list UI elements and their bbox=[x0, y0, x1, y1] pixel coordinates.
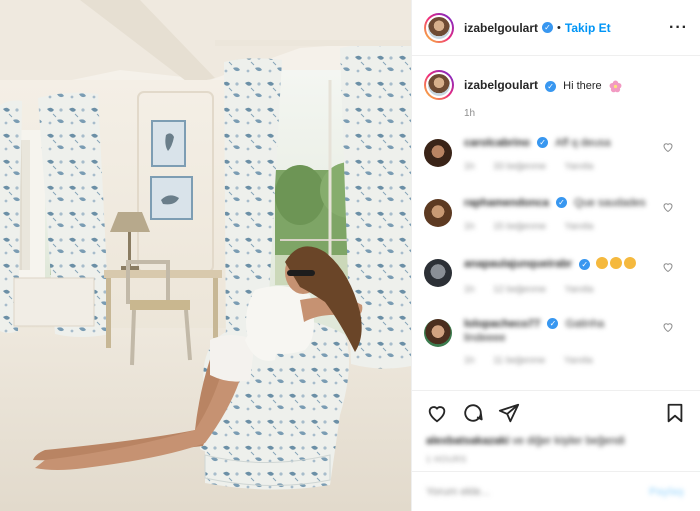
comment-username[interactable]: carolcabrino bbox=[464, 137, 530, 149]
caption-username[interactable]: izabelgoulart bbox=[464, 78, 538, 92]
comment-avatar[interactable] bbox=[424, 198, 452, 227]
post-photo[interactable] bbox=[0, 0, 411, 511]
comment-meta: 1h 33 beğenme Yanıtla bbox=[464, 161, 674, 172]
comment-likes[interactable]: 11 beğenme bbox=[493, 355, 545, 366]
verified-badge-icon: ✓ bbox=[542, 22, 554, 33]
post-side-panel: izabelgoulart ✓ • Takip Et ··· izabelgou… bbox=[411, 0, 700, 511]
blossom-emoji-icon bbox=[609, 80, 622, 92]
follow-button[interactable]: Takip Et bbox=[565, 21, 611, 35]
comment-likes[interactable]: 33 beğenme bbox=[493, 161, 546, 172]
comment-avatar[interactable] bbox=[424, 318, 452, 347]
comment-username[interactable]: raphamendonca bbox=[464, 197, 549, 209]
comment-reply-button[interactable]: Yanıtla bbox=[565, 284, 594, 295]
comment-avatar[interactable] bbox=[424, 258, 452, 287]
author-avatar[interactable] bbox=[424, 12, 454, 43]
comment-meta: 1h 15 beğenme Yanıtla bbox=[464, 221, 674, 232]
comment-meta: 1h 11 beğenme Yanıtla bbox=[464, 355, 674, 366]
comment-likes[interactable]: 12 beğenme bbox=[493, 284, 546, 295]
likes-summary[interactable]: alexbatsakazaki ve diğer kişiler beğendi bbox=[426, 435, 686, 447]
header-separator: • bbox=[557, 21, 561, 34]
instagram-post: izabelgoulart ✓ • Takip Et ··· izabelgou… bbox=[0, 0, 700, 511]
smile-emoji-icon bbox=[596, 256, 609, 269]
verified-badge-icon: ✓ bbox=[537, 137, 549, 149]
likes-rest: ve diğer kişiler beğendi bbox=[512, 435, 625, 447]
comment-item: raphamendonca ✓ Que saudades 1h 15 beğen… bbox=[424, 197, 688, 239]
heart-icon[interactable] bbox=[426, 402, 448, 424]
comment-item: lolopacheco77 ✓ Gatinha lindeeee 1h 11 b… bbox=[424, 317, 688, 373]
post-header: izabelgoulart ✓ • Takip Et ··· bbox=[412, 0, 700, 56]
comments-list[interactable]: izabelgoulart ✓ Hi there 1h carolcabrino… bbox=[412, 56, 700, 390]
comment-username[interactable]: anapaulajunqueirabr bbox=[464, 258, 572, 270]
more-options-icon[interactable]: ··· bbox=[669, 19, 688, 37]
post-actions: alexbatsakazaki ve diğer kişiler beğendi… bbox=[412, 390, 700, 464]
caption-time: 1h bbox=[464, 107, 476, 119]
comment-heart-icon[interactable] bbox=[662, 201, 674, 213]
smile-emoji-icon bbox=[610, 256, 623, 269]
bedroom-photo-illustration bbox=[0, 0, 411, 511]
action-icons bbox=[426, 399, 686, 427]
comment-reply-button[interactable]: Yanıtla bbox=[565, 161, 594, 172]
comment-item: anapaulajunqueirabr ✓ 1h 12 beğenme Yanı… bbox=[424, 256, 688, 299]
comment-text: Que saudades bbox=[574, 196, 646, 209]
comment-likes[interactable]: 15 beğenme bbox=[493, 221, 546, 232]
add-comment-bar: Paylaş bbox=[412, 471, 700, 511]
bookmark-icon[interactable] bbox=[664, 402, 686, 424]
verified-badge-icon: ✓ bbox=[547, 318, 559, 330]
share-comment-button[interactable]: Paylaş bbox=[649, 486, 684, 498]
verified-badge-icon: ✓ bbox=[556, 197, 568, 209]
comment-reply-button[interactable]: Yanıtla bbox=[564, 355, 593, 366]
comment-meta: 1h 12 beğenme Yanıtla bbox=[464, 284, 674, 295]
comment-time: 1h bbox=[464, 220, 475, 232]
verified-badge-icon: ✓ bbox=[545, 80, 557, 92]
comment-heart-icon[interactable] bbox=[662, 141, 674, 153]
post-caption: izabelgoulart ✓ Hi there 1h bbox=[424, 70, 688, 119]
comment-avatar[interactable] bbox=[424, 138, 452, 167]
comment-time: 1h bbox=[464, 283, 475, 295]
comment-item: carolcabrino ✓ Aff q deusa 1h 33 beğenme… bbox=[424, 137, 688, 179]
post-date: 1 HOURS bbox=[426, 454, 467, 464]
caption-text: Hi there bbox=[563, 80, 602, 92]
comment-icon[interactable] bbox=[462, 402, 484, 424]
likes-user[interactable]: alexbatsakazaki bbox=[426, 435, 509, 447]
comment-time: 1h bbox=[464, 160, 475, 172]
comment-time: 1h bbox=[464, 354, 475, 366]
verified-badge-icon: ✓ bbox=[579, 258, 591, 270]
emoji-row bbox=[596, 256, 637, 272]
comment-reply-button[interactable]: Yanıtla bbox=[565, 221, 594, 232]
comment-username[interactable]: lolopacheco77 bbox=[464, 318, 540, 330]
comment-text: Aff q deusa bbox=[555, 136, 611, 149]
caption-avatar[interactable] bbox=[424, 70, 454, 100]
comment-input[interactable] bbox=[426, 485, 650, 498]
smile-emoji-icon bbox=[624, 256, 637, 269]
author-username[interactable]: izabelgoulart bbox=[464, 21, 538, 35]
send-icon[interactable] bbox=[498, 402, 520, 424]
comment-heart-icon[interactable] bbox=[662, 261, 674, 273]
comment-heart-icon[interactable] bbox=[662, 321, 674, 333]
